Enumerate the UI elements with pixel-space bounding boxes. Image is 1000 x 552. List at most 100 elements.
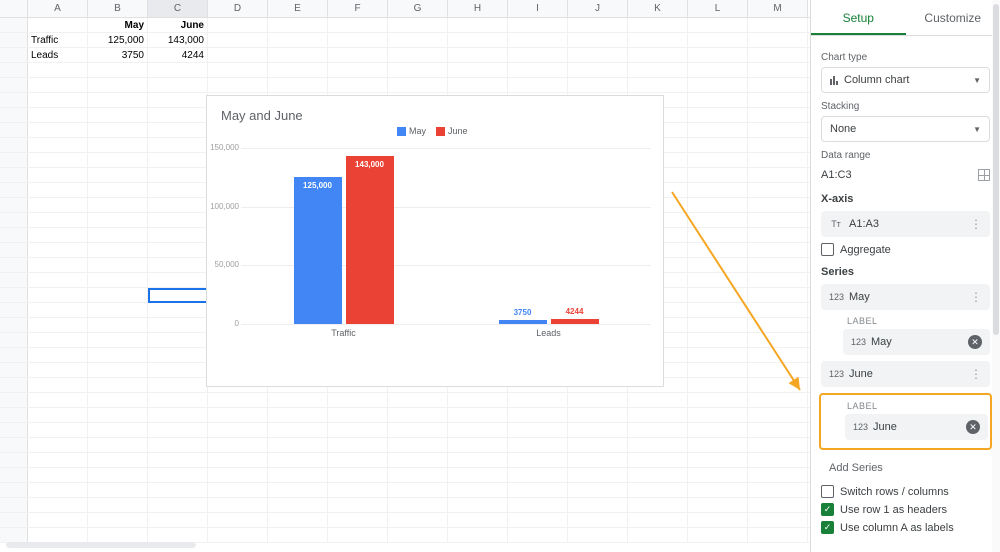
column-header[interactable]: A	[28, 0, 88, 17]
cell[interactable]	[148, 288, 208, 302]
cell[interactable]	[688, 303, 748, 317]
cell[interactable]	[748, 348, 808, 362]
cell[interactable]	[268, 453, 328, 467]
cell[interactable]	[328, 423, 388, 437]
cell[interactable]	[88, 438, 148, 452]
horizontal-scrollbar[interactable]	[6, 542, 196, 548]
column-header[interactable]: K	[628, 0, 688, 17]
cell[interactable]	[268, 438, 328, 452]
cell[interactable]	[268, 78, 328, 92]
cell[interactable]	[688, 108, 748, 122]
tab-setup[interactable]: Setup	[811, 0, 906, 35]
column-header[interactable]: E	[268, 0, 328, 17]
tab-customize[interactable]: Customize	[906, 0, 1000, 35]
cell[interactable]	[628, 528, 688, 542]
cell[interactable]	[568, 513, 628, 527]
cell[interactable]	[88, 63, 148, 77]
cell[interactable]	[748, 48, 808, 62]
cell[interactable]	[508, 33, 568, 47]
column-header[interactable]: J	[568, 0, 628, 17]
cell[interactable]	[208, 528, 268, 542]
column-header[interactable]: I	[508, 0, 568, 17]
cell[interactable]	[328, 498, 388, 512]
cell[interactable]	[628, 498, 688, 512]
cell[interactable]	[748, 333, 808, 347]
cell[interactable]	[28, 93, 88, 107]
cell[interactable]	[448, 528, 508, 542]
cell[interactable]	[448, 63, 508, 77]
cell[interactable]	[568, 438, 628, 452]
column-header[interactable]: M	[748, 0, 808, 17]
cell[interactable]	[208, 78, 268, 92]
cell[interactable]	[748, 78, 808, 92]
cell[interactable]	[568, 63, 628, 77]
cell[interactable]	[508, 408, 568, 422]
cell[interactable]	[208, 18, 268, 32]
series-label-chip-june[interactable]: 123 June ✕	[845, 414, 988, 440]
cell[interactable]	[88, 408, 148, 422]
cell[interactable]	[508, 528, 568, 542]
cell[interactable]	[688, 393, 748, 407]
cell[interactable]	[748, 213, 808, 227]
cell[interactable]	[568, 423, 628, 437]
add-series-button[interactable]: Add Series	[821, 456, 990, 480]
cell[interactable]	[148, 273, 208, 287]
cell[interactable]	[148, 528, 208, 542]
cell[interactable]	[508, 498, 568, 512]
cell[interactable]	[748, 273, 808, 287]
cell[interactable]	[88, 423, 148, 437]
cell[interactable]	[748, 198, 808, 212]
column-header[interactable]: B	[88, 0, 148, 17]
cell[interactable]	[508, 513, 568, 527]
cell[interactable]	[688, 468, 748, 482]
column-header[interactable]: H	[448, 0, 508, 17]
cell[interactable]: May	[88, 18, 148, 32]
cell[interactable]	[88, 468, 148, 482]
cell[interactable]	[628, 393, 688, 407]
cell[interactable]	[568, 498, 628, 512]
cell[interactable]: 4244	[148, 48, 208, 62]
cell[interactable]	[148, 333, 208, 347]
cell[interactable]	[688, 318, 748, 332]
cell[interactable]	[568, 468, 628, 482]
cell[interactable]	[328, 78, 388, 92]
cell[interactable]	[148, 213, 208, 227]
cell[interactable]	[88, 498, 148, 512]
cell[interactable]	[208, 468, 268, 482]
grid-select-icon[interactable]	[978, 169, 990, 181]
cell[interactable]	[28, 168, 88, 182]
cell[interactable]	[88, 303, 148, 317]
cell[interactable]	[148, 108, 208, 122]
remove-icon[interactable]: ✕	[966, 420, 980, 434]
column-header[interactable]: L	[688, 0, 748, 17]
cell[interactable]	[28, 453, 88, 467]
cell[interactable]	[388, 528, 448, 542]
cell[interactable]	[628, 453, 688, 467]
cell[interactable]	[448, 513, 508, 527]
cell[interactable]	[28, 498, 88, 512]
cell[interactable]	[688, 408, 748, 422]
embedded-chart[interactable]: May and June May June 050,000100,000150,…	[206, 95, 664, 387]
switch-rows-cols-checkbox[interactable]: Switch rows / columns	[821, 485, 990, 498]
cell[interactable]	[388, 33, 448, 47]
cell[interactable]	[748, 498, 808, 512]
cell[interactable]	[448, 453, 508, 467]
cell[interactable]	[748, 483, 808, 497]
cell[interactable]	[388, 63, 448, 77]
cell[interactable]	[748, 93, 808, 107]
cell[interactable]	[688, 288, 748, 302]
stacking-dropdown[interactable]: None ▼	[821, 116, 990, 142]
cell[interactable]: June	[148, 18, 208, 32]
cell[interactable]	[208, 33, 268, 47]
cell[interactable]	[28, 348, 88, 362]
series-chip-may[interactable]: 123 May ⋮	[821, 284, 990, 310]
cell[interactable]	[748, 18, 808, 32]
cell[interactable]	[688, 48, 748, 62]
cell[interactable]	[508, 438, 568, 452]
cell[interactable]	[28, 363, 88, 377]
cell[interactable]	[88, 168, 148, 182]
more-icon[interactable]: ⋮	[970, 217, 982, 231]
cell[interactable]	[28, 393, 88, 407]
cell[interactable]	[268, 468, 328, 482]
cell[interactable]	[448, 408, 508, 422]
